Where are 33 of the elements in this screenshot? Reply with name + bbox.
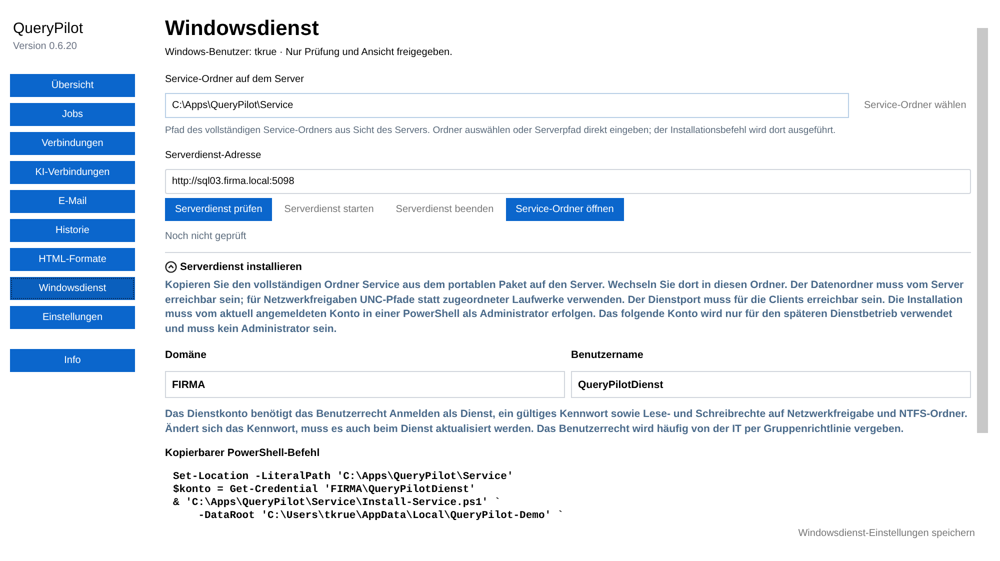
field-label: Service-Ordner auf dem Server <box>165 73 305 88</box>
nav-button[interactable]: Historie <box>10 218 135 242</box>
hint-text: Pfad des vollständigen Service-Ordners aus Sicht des Servers. Ordner auswählen oder Serverpfad direkt eingeben; der Installationsbefehl wird dort ausgeführt. <box>165 124 837 138</box>
code-label: Kopierbarer PowerShell-Befehl <box>165 446 321 461</box>
instructions-text: Kopieren Sie den vollständigen Ordner Service aus dem portablen Paket auf den Server. Wechseln Sie dort in diesen Ordner. Der Datenordner muss vom Server erreichbar sein; für Netzwerkfreigaben UNC-Pfade statt zugeordneter Laufwerke verwenden. Der Dienstport muss für die Clients erreichbar sein. Die Installation muss vom aktuell angemeldeten Konto in einer PowerShell als Administrator erfolgen. Das folgende Konto wird nur für den späteren Dienstbetrieb verwendet und muss kein Administrator sein. <box>165 278 965 336</box>
app-name: QueryPilot <box>12 20 84 39</box>
nav-button[interactable]: E-Mail <box>10 190 135 213</box>
service-folder-field[interactable]: C:\Apps\QueryPilot\Service <box>165 93 849 118</box>
subtitle: Windows-Benutzer: tkrue · Nur Prüfung und Ansicht freigegeben. <box>165 46 454 60</box>
service-address-field[interactable]: http://sql03.firma.local:5098 <box>165 168 971 194</box>
nav-button[interactable]: KI-Verbindungen <box>10 160 135 184</box>
action-button[interactable]: Serverdienst prüfen <box>165 198 272 220</box>
account-field[interactable]: QueryPilotDienst <box>571 371 971 398</box>
field-label: Domäne <box>165 348 208 364</box>
nav-button[interactable]: Verbindungen <box>10 132 135 155</box>
account-field[interactable]: FIRMA <box>165 371 565 398</box>
nav-button[interactable]: Jobs <box>10 102 135 126</box>
collapse-chevron-icon[interactable] <box>165 261 177 274</box>
field-label: Benutzername <box>571 348 644 364</box>
scrollbar[interactable] <box>977 28 988 433</box>
nav-button[interactable]: Einstellungen <box>10 306 135 329</box>
app-version: Version 0.6.20 <box>12 40 78 54</box>
powershell-code: Set-Location -LiteralPath 'C:\Apps\QueryPilot\Service' $konto = Get-Credential 'FIRMA\QueryPilotDienst' & 'C:\Apps\QueryPilot\Service\Install-Service.ps1' ` -DataRoot 'C:\Users\tkrue\AppData\Local\QueryPilot-Demo' ` <box>173 470 565 520</box>
action-button[interactable]: Service-Ordner öffnen <box>506 198 624 220</box>
section-title: Serverdienst installieren <box>180 260 302 274</box>
nav-button[interactable]: HTML-Formate <box>10 248 135 271</box>
nav-button[interactable]: Info <box>10 348 135 372</box>
field-label: Serverdienst-Adresse <box>165 148 262 162</box>
status-text: Noch nicht geprüft <box>165 230 248 244</box>
nav-button[interactable]: Windowsdienst <box>10 276 135 300</box>
nav-button[interactable]: Übersicht <box>10 74 135 97</box>
account-note: Das Dienstkonto benötigt das Benutzerrecht Anmelden als Dienst, ein gültiges Kennwort sowie Lese- und Schreibrechte auf Netzwerkfreigabe und NTFS-Ordner. Ändert sich das Kennwort, muss es auch beim Dienst aktualisiert werden. Das Benutzerrecht wird häufig von der IT per Gruppenrichtlinie vergeben. <box>165 407 968 436</box>
page-title: Windowsdienst <box>165 16 320 42</box>
